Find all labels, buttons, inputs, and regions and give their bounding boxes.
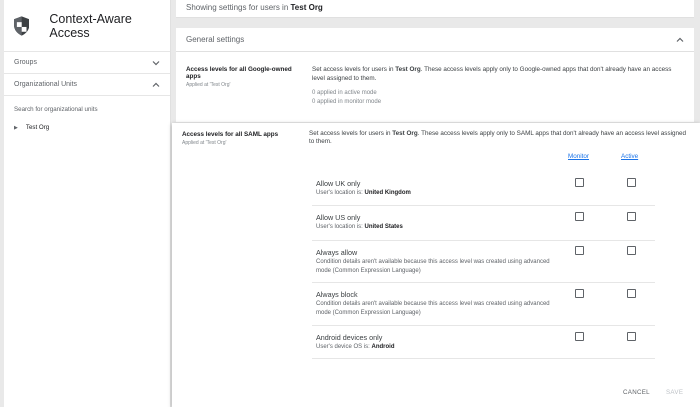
access-level-row: Allow UK only User's location is: United…	[312, 171, 655, 206]
monitor-checkbox[interactable]	[575, 246, 584, 255]
saml-apps-description: Set access levels for users in Test Org.…	[309, 130, 687, 146]
access-level-row: Always block Condition details aren't av…	[312, 283, 655, 326]
chevron-up-icon[interactable]	[152, 81, 160, 89]
shield-icon	[14, 15, 30, 36]
access-level-name: Always block	[316, 290, 358, 299]
access-level-detail: User's location is: United States	[316, 224, 403, 230]
access-level-name: Always allow	[316, 248, 358, 257]
active-count: 0 applied in active mode	[312, 90, 377, 96]
google-apps-section[interactable]: Access levels for all Google-owned apps …	[176, 52, 694, 122]
google-apps-description: Set access levels for users in Test Org.…	[312, 66, 672, 82]
active-checkbox[interactable]	[627, 212, 636, 221]
active-checkbox[interactable]	[627, 178, 636, 187]
app-title: Context-Aware Access	[49, 11, 132, 40]
general-settings-label: General settings	[186, 35, 245, 44]
active-checkbox[interactable]	[627, 289, 636, 298]
access-level-row: Always allow Condition details aren't av…	[312, 241, 655, 283]
access-level-name: Allow UK only	[316, 179, 361, 188]
active-checkbox[interactable]	[627, 246, 636, 255]
save-button[interactable]: SAVE	[666, 389, 683, 396]
org-tree-label: Test Org	[25, 124, 50, 131]
groups-section[interactable]: Groups	[4, 52, 170, 74]
access-level-detail: Condition details aren't available becau…	[316, 301, 550, 316]
scope-org: Test Org	[290, 3, 323, 12]
chevron-up-icon[interactable]	[676, 36, 684, 44]
monitor-count: 0 applied in monitor mode	[312, 99, 382, 105]
google-apps-title: Access levels for all Google-owned apps	[186, 66, 292, 80]
active-checkbox[interactable]	[627, 332, 636, 341]
scope-prefix: Showing settings for users in	[186, 3, 289, 12]
saml-apps-title: Access levels for all SAML apps	[182, 131, 279, 138]
access-level-name: Allow US only	[316, 213, 361, 222]
access-level-detail: User's location is: United Kingdom	[316, 190, 411, 196]
monitor-checkbox[interactable]	[575, 289, 584, 298]
monitor-checkbox[interactable]	[575, 332, 584, 341]
cancel-button[interactable]: CANCEL	[623, 389, 650, 396]
google-apps-applied-at: Applied at 'Test Org'	[186, 82, 231, 88]
org-unit-search-input[interactable]: Search for organizational units	[14, 106, 160, 120]
sidebar: Context-Aware Access Groups Organization…	[4, 0, 171, 407]
groups-label: Groups	[14, 59, 37, 66]
access-level-detail: User's device OS is: Android	[316, 344, 395, 350]
org-units-section[interactable]: Organizational Units	[4, 74, 170, 96]
settings-scope-bar: Showing settings for users in Test Org	[176, 0, 694, 18]
access-level-row: Android devices only User's device OS is…	[312, 326, 655, 359]
access-level-name: Android devices only	[316, 333, 383, 342]
monitor-column-header[interactable]: Monitor	[568, 153, 589, 160]
general-settings-header[interactable]: General settings	[176, 28, 694, 52]
monitor-checkbox[interactable]	[575, 212, 584, 221]
sidebar-header: Context-Aware Access	[4, 0, 170, 52]
saml-apps-panel: Access levels for all SAML apps Applied …	[172, 123, 700, 407]
access-level-detail: Condition details aren't available becau…	[316, 259, 550, 274]
expand-arrow-icon[interactable]: ▶	[14, 125, 18, 131]
chevron-down-icon[interactable]	[152, 59, 160, 67]
org-tree-item[interactable]: ▶ Test Org	[4, 124, 170, 131]
saml-apps-applied-at: Applied at 'Test Org'	[182, 140, 227, 146]
access-level-row: Allow US only User's location is: United…	[312, 206, 655, 241]
org-units-label: Organizational Units	[14, 81, 78, 88]
active-column-header[interactable]: Active	[621, 153, 638, 160]
monitor-checkbox[interactable]	[575, 178, 584, 187]
